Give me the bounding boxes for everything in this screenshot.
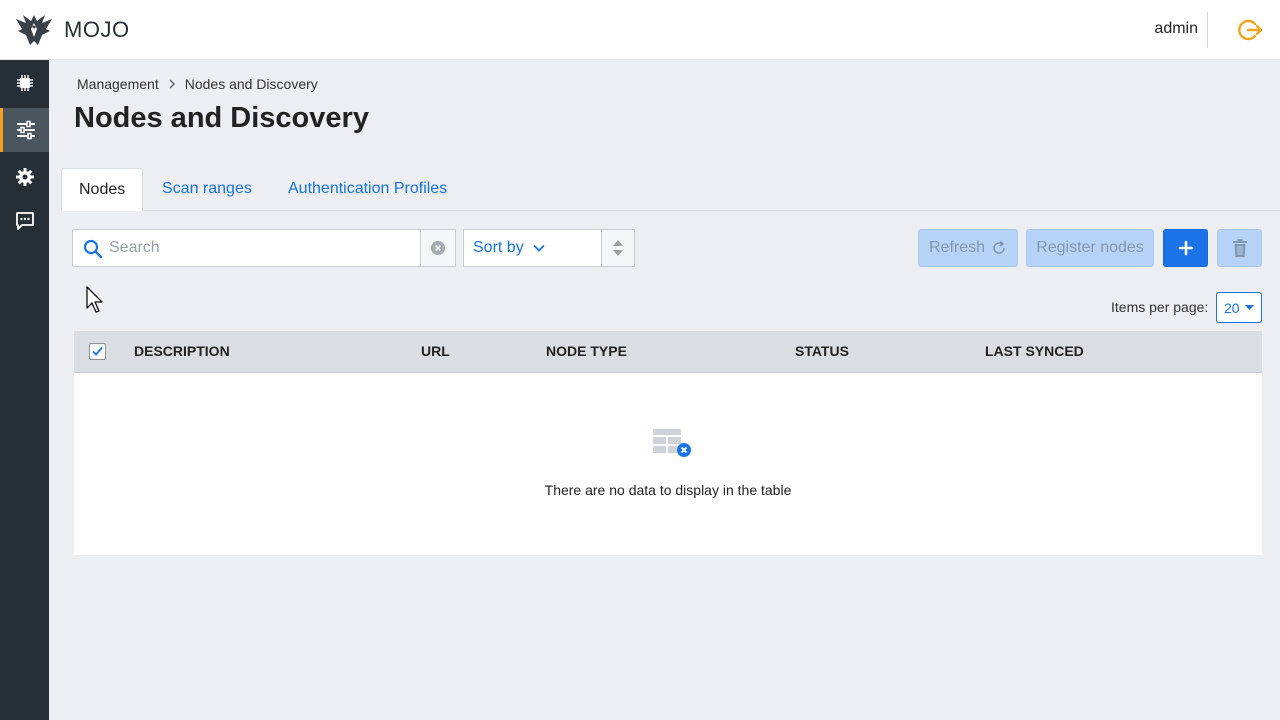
chip-icon [16,75,33,91]
items-per-page-value: 20 [1224,299,1240,316]
top-bar: MOJO admin [0,0,1280,60]
chevron-right-icon [169,79,175,89]
sidebar [0,60,49,720]
sort-direction-button[interactable] [601,229,635,267]
sort-by-select[interactable]: Sort by [463,229,602,267]
chat-icon [15,212,34,230]
clear-icon [431,241,445,255]
mouse-cursor-icon [86,286,103,313]
tab-bar: Nodes Scan ranges Authentication Profile… [61,168,1280,211]
table-header: DESCRIPTION URL NODE TYPE STATUS LAST SY… [74,331,1262,373]
sort-arrows-icon [613,240,623,256]
brand-name: MOJO [64,17,130,42]
search-box [72,229,456,267]
sliders-icon [17,120,35,140]
register-nodes-button[interactable]: Register nodes [1026,229,1154,267]
column-header-status[interactable]: STATUS [795,343,849,359]
empty-table-icon [653,429,691,457]
checkmark-icon [92,346,103,356]
breadcrumb: Management Nodes and Discovery [77,76,318,92]
user-name[interactable]: admin [1154,20,1198,38]
tab-nodes[interactable]: Nodes [61,168,144,211]
chevron-down-icon [533,244,545,252]
eagle-logo-icon[interactable] [14,11,54,49]
caret-down-icon [1244,304,1254,310]
delete-button[interactable] [1217,229,1262,267]
search-icon [83,239,103,259]
column-header-url[interactable]: URL [421,343,450,359]
column-header-last-synced[interactable]: LAST SYNCED [985,343,1084,359]
refresh-label: Refresh [928,239,986,256]
nodes-table: DESCRIPTION URL NODE TYPE STATUS LAST SY… [74,331,1262,555]
tab-scan-ranges[interactable]: Scan ranges [145,168,269,211]
column-header-node-type[interactable]: NODE TYPE [546,343,627,359]
column-header-description[interactable]: DESCRIPTION [134,343,230,359]
sidebar-item-settings[interactable] [0,155,49,199]
page-title: Nodes and Discovery [74,102,369,134]
breadcrumb-item-management[interactable]: Management [77,76,159,92]
items-per-page-select[interactable]: 20 [1216,292,1262,323]
logout-icon[interactable] [1238,17,1264,43]
sidebar-item-messages[interactable] [0,199,49,243]
main-content: Management Nodes and Discovery Nodes and… [49,60,1280,720]
tab-authentication-profiles[interactable]: Authentication Profiles [271,168,464,211]
breadcrumb-item-current: Nodes and Discovery [184,76,318,92]
trash-icon [1232,239,1247,257]
clear-search-button[interactable] [420,229,456,267]
select-all-checkbox[interactable] [89,343,106,360]
gear-icon [15,168,34,186]
plus-icon [1178,240,1193,256]
sidebar-item-hardware[interactable] [0,61,49,105]
refresh-icon [993,240,1005,254]
search-input[interactable] [109,231,449,265]
sidebar-item-management[interactable] [0,108,49,152]
add-node-button[interactable] [1163,229,1208,267]
refresh-button[interactable]: Refresh [918,229,1018,267]
empty-table-message: There are no data to display in the tabl… [544,482,792,498]
header-divider [1207,12,1208,48]
items-per-page-label: Items per page: [1111,299,1209,315]
sort-by-label: Sort by [473,239,524,256]
